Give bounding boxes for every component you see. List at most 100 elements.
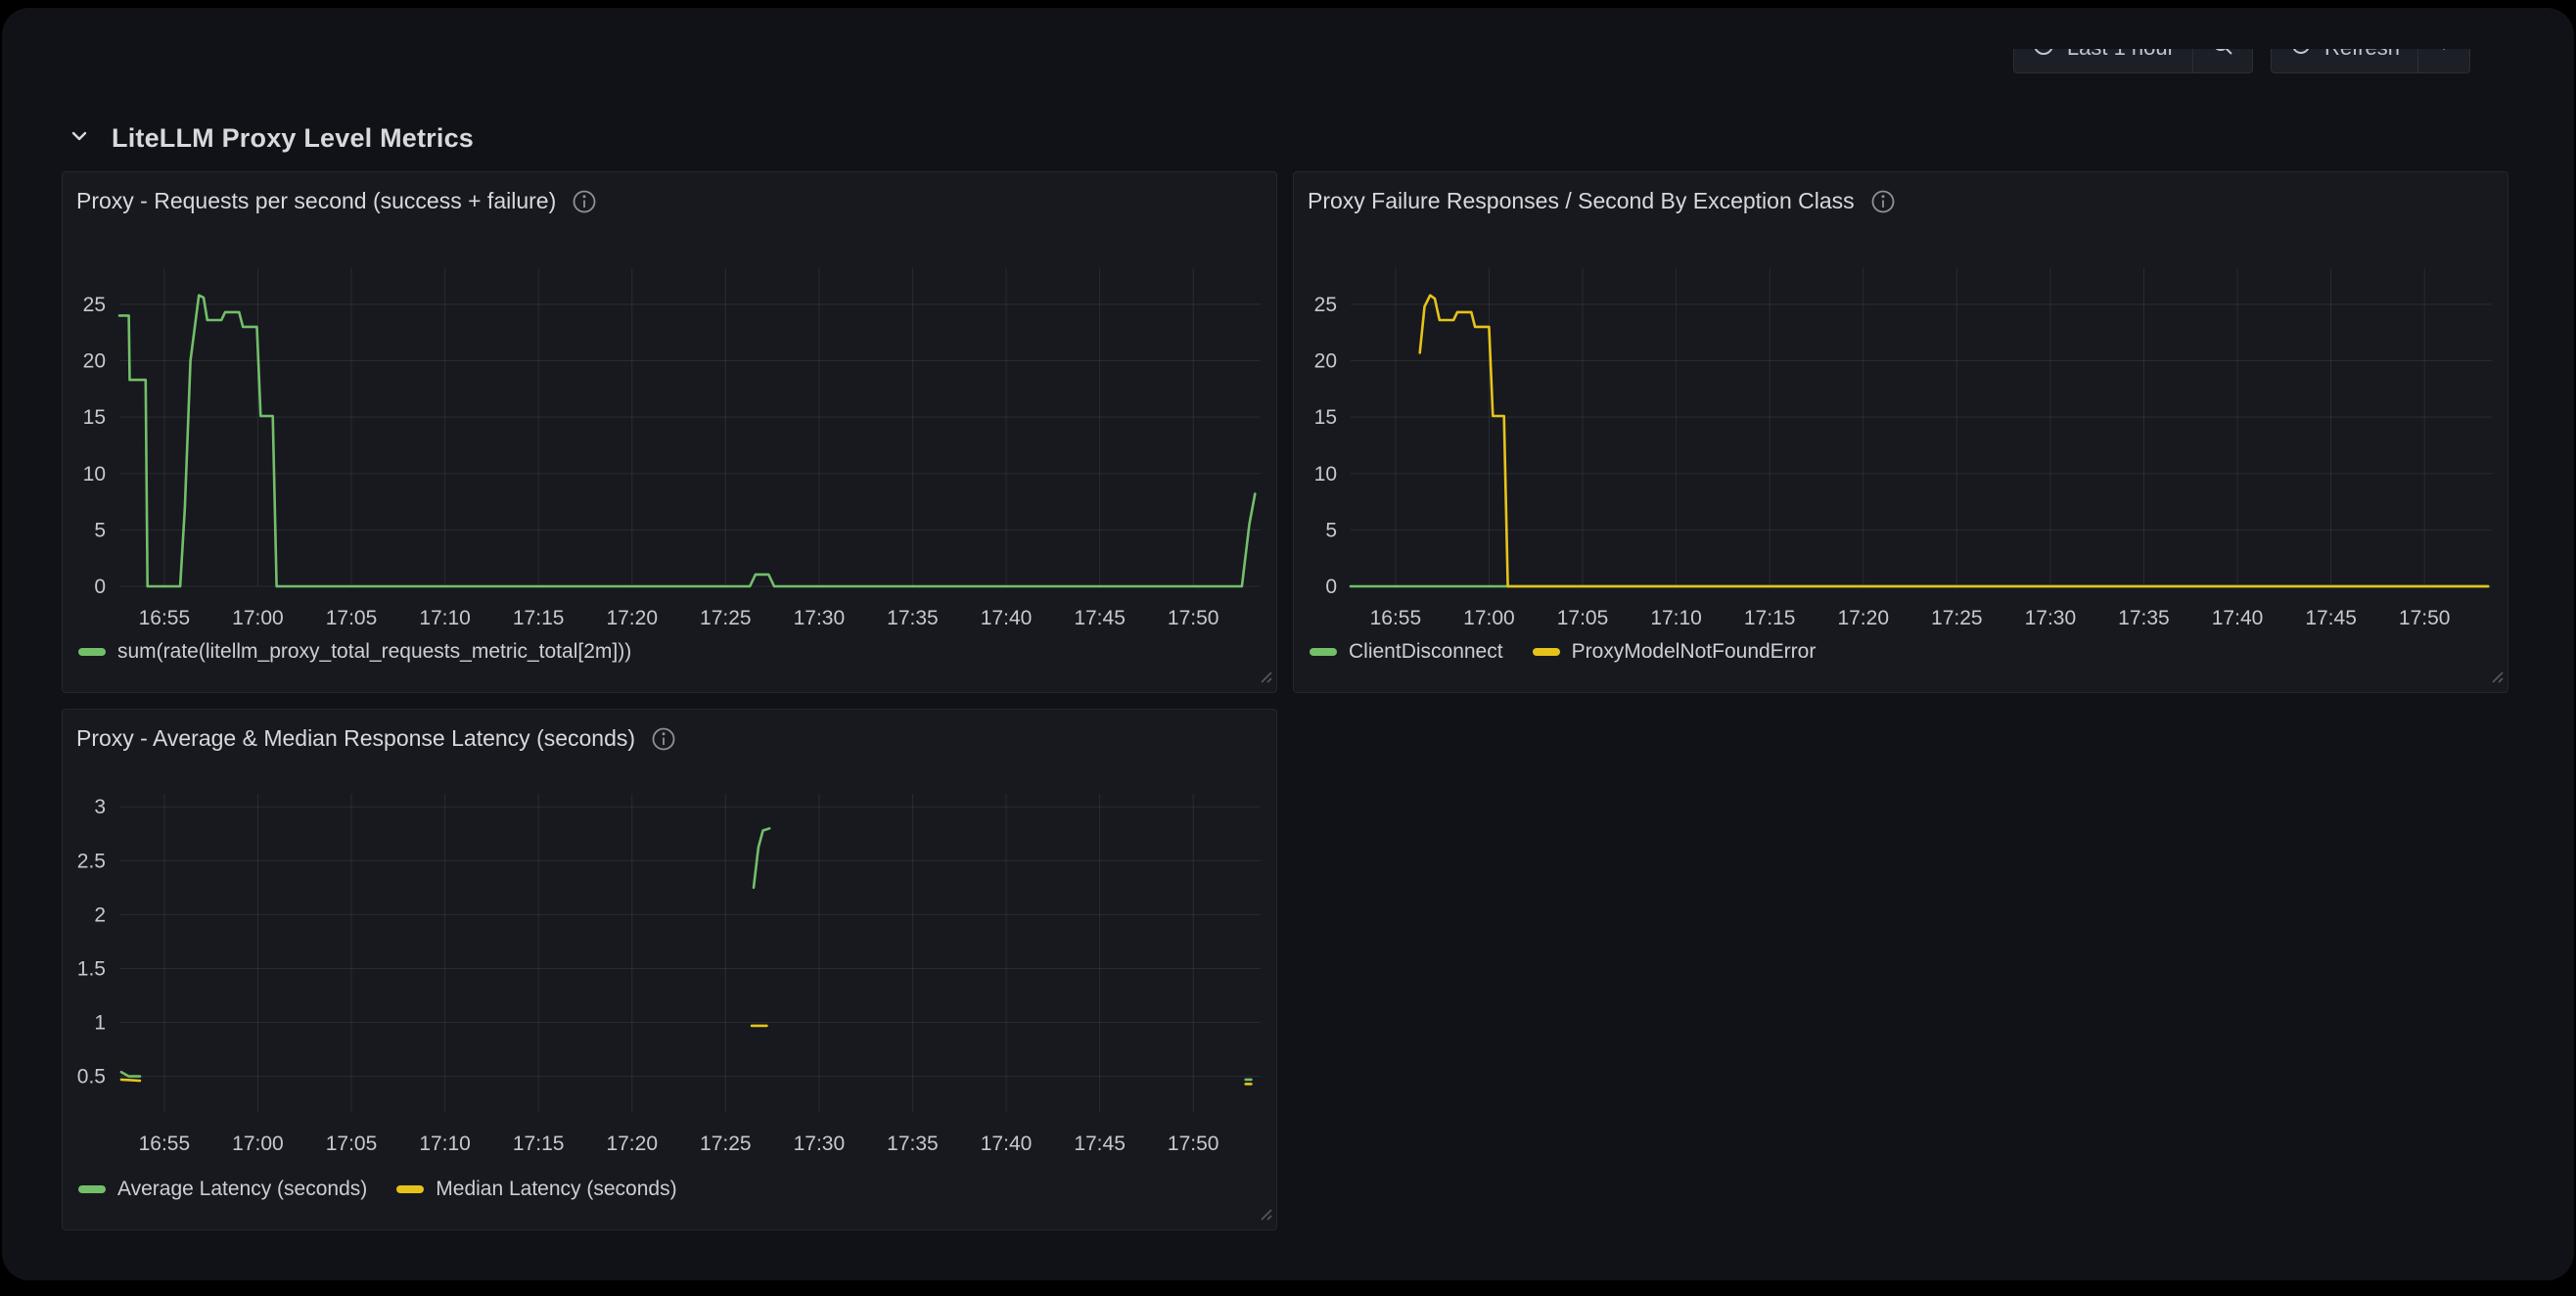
- svg-text:15: 15: [83, 406, 106, 429]
- dashboard-toolbar: Last 1 hour Re: [2013, 49, 2470, 73]
- legend-series-swatch: [1310, 648, 1337, 656]
- svg-text:3: 3: [94, 796, 106, 818]
- clock-icon: [2032, 49, 2055, 63]
- time-series-plot[interactable]: 0.511.522.5316:5517:0017:0517:1017:1517:…: [63, 774, 1278, 1176]
- panel-failure-responses: Proxy Failure Responses / Second By Exce…: [1293, 171, 2508, 693]
- panel-response-latency: Proxy - Average & Median Response Latenc…: [62, 709, 1277, 1230]
- panel-title: Proxy - Average & Median Response Latenc…: [76, 725, 635, 752]
- svg-text:17:25: 17:25: [1931, 607, 1983, 629]
- svg-text:5: 5: [94, 519, 106, 541]
- svg-text:17:50: 17:50: [1168, 607, 1219, 629]
- legend-item[interactable]: sum(rate(litellm_proxy_total_requests_me…: [78, 640, 631, 664]
- svg-text:17:35: 17:35: [2118, 607, 2170, 629]
- legend-series-swatch: [78, 1185, 106, 1193]
- legend-series-label[interactable]: ProxyModelNotFoundError: [1572, 640, 1817, 664]
- panel-title: Proxy Failure Responses / Second By Exce…: [1308, 188, 1855, 214]
- svg-text:0: 0: [94, 576, 106, 598]
- svg-text:17:30: 17:30: [2025, 607, 2077, 629]
- svg-text:17:25: 17:25: [700, 607, 752, 629]
- svg-text:17:05: 17:05: [326, 607, 378, 629]
- svg-text:17:40: 17:40: [2212, 607, 2264, 629]
- svg-text:17:35: 17:35: [887, 607, 939, 629]
- caret-down-icon: [2436, 49, 2452, 61]
- legend-item[interactable]: ProxyModelNotFoundError: [1533, 640, 1817, 664]
- svg-text:17:40: 17:40: [981, 607, 1033, 629]
- svg-text:17:35: 17:35: [887, 1133, 939, 1155]
- svg-text:17:30: 17:30: [794, 1133, 846, 1155]
- legend-series-label[interactable]: Median Latency (seconds): [436, 1178, 676, 1201]
- svg-text:25: 25: [83, 294, 106, 316]
- row-header-litellm-proxy[interactable]: LiteLLM Proxy Level Metrics: [69, 123, 474, 154]
- svg-text:17:05: 17:05: [1557, 607, 1609, 629]
- info-icon[interactable]: [572, 189, 597, 214]
- panel-legend: sum(rate(litellm_proxy_total_requests_me…: [78, 640, 631, 664]
- chevron-down-icon: [69, 125, 90, 152]
- svg-text:17:15: 17:15: [1744, 607, 1796, 629]
- svg-text:17:10: 17:10: [419, 1133, 471, 1155]
- panel-header[interactable]: Proxy Failure Responses / Second By Exce…: [1308, 188, 2494, 214]
- refresh-label: Refresh: [2324, 49, 2400, 61]
- panel-header[interactable]: Proxy - Requests per second (success + f…: [76, 188, 1263, 214]
- legend-item[interactable]: Median Latency (seconds): [396, 1178, 676, 1201]
- svg-text:17:05: 17:05: [326, 1133, 378, 1155]
- refresh-button-group: Refresh: [2271, 49, 2470, 73]
- svg-text:17:10: 17:10: [419, 607, 471, 629]
- info-icon[interactable]: [651, 726, 676, 752]
- time-range-label: Last 1 hour: [2067, 49, 2175, 61]
- panel-resize-handle-icon[interactable]: [1256, 667, 1273, 689]
- svg-text:17:15: 17:15: [513, 1133, 565, 1155]
- svg-text:16:55: 16:55: [139, 607, 191, 629]
- time-range-picker-button[interactable]: Last 1 hour: [2014, 49, 2192, 72]
- legend-series-swatch: [396, 1185, 424, 1193]
- time-range-button-group: Last 1 hour: [2013, 49, 2253, 73]
- legend-series-label[interactable]: Average Latency (seconds): [117, 1178, 367, 1201]
- svg-text:0: 0: [1325, 576, 1337, 598]
- svg-text:10: 10: [1314, 463, 1337, 486]
- svg-text:17:20: 17:20: [606, 1133, 658, 1155]
- svg-text:25: 25: [1314, 294, 1337, 316]
- svg-text:5: 5: [1325, 519, 1337, 541]
- legend-item[interactable]: ClientDisconnect: [1310, 640, 1503, 664]
- svg-text:20: 20: [1314, 350, 1337, 373]
- svg-text:17:50: 17:50: [2399, 607, 2451, 629]
- time-series-plot[interactable]: 051015202516:5517:0017:0517:1017:1517:20…: [63, 249, 1278, 650]
- panel-resize-handle-icon[interactable]: [2487, 667, 2505, 689]
- panel-requests-per-second: Proxy - Requests per second (success + f…: [62, 171, 1277, 693]
- panel-legend: Average Latency (seconds) Median Latency …: [78, 1178, 677, 1201]
- refresh-icon: [2289, 49, 2313, 63]
- svg-text:0.5: 0.5: [77, 1066, 106, 1088]
- svg-text:17:00: 17:00: [232, 607, 284, 629]
- svg-text:17:20: 17:20: [1837, 607, 1889, 629]
- svg-text:17:00: 17:00: [232, 1133, 284, 1155]
- svg-text:17:30: 17:30: [794, 607, 846, 629]
- zoom-out-time-range-button[interactable]: [2192, 49, 2252, 72]
- info-icon[interactable]: [1870, 189, 1896, 214]
- panel-title: Proxy - Requests per second (success + f…: [76, 188, 556, 214]
- svg-text:1: 1: [94, 1012, 106, 1035]
- refresh-interval-dropdown[interactable]: [2417, 49, 2469, 72]
- dashboard-page: Last 1 hour Re: [2, 8, 2574, 1280]
- svg-text:17:40: 17:40: [981, 1133, 1033, 1155]
- legend-series-swatch: [78, 648, 106, 656]
- legend-series-label[interactable]: sum(rate(litellm_proxy_total_requests_me…: [117, 640, 631, 664]
- row-title: LiteLLM Proxy Level Metrics: [112, 123, 474, 154]
- svg-text:1.5: 1.5: [77, 957, 106, 980]
- svg-text:15: 15: [1314, 406, 1337, 429]
- svg-text:17:45: 17:45: [1074, 1133, 1126, 1155]
- svg-text:17:25: 17:25: [700, 1133, 752, 1155]
- legend-item[interactable]: Average Latency (seconds): [78, 1178, 367, 1201]
- panel-header[interactable]: Proxy - Average & Median Response Latenc…: [76, 725, 1263, 752]
- legend-series-label[interactable]: ClientDisconnect: [1349, 640, 1503, 664]
- panel-resize-handle-icon[interactable]: [1256, 1204, 1273, 1227]
- svg-text:16:55: 16:55: [1370, 607, 1422, 629]
- svg-text:2: 2: [94, 903, 106, 926]
- refresh-button[interactable]: Refresh: [2272, 49, 2417, 72]
- svg-text:17:45: 17:45: [1074, 607, 1126, 629]
- time-series-plot[interactable]: 051015202516:5517:0017:0517:1017:1517:20…: [1294, 249, 2509, 650]
- svg-text:17:50: 17:50: [1168, 1133, 1219, 1155]
- toolbar-clip-region: Last 1 hour Re: [2013, 49, 2470, 73]
- svg-text:20: 20: [83, 350, 106, 373]
- svg-text:17:45: 17:45: [2305, 607, 2357, 629]
- svg-text:16:55: 16:55: [139, 1133, 191, 1155]
- svg-text:17:00: 17:00: [1463, 607, 1515, 629]
